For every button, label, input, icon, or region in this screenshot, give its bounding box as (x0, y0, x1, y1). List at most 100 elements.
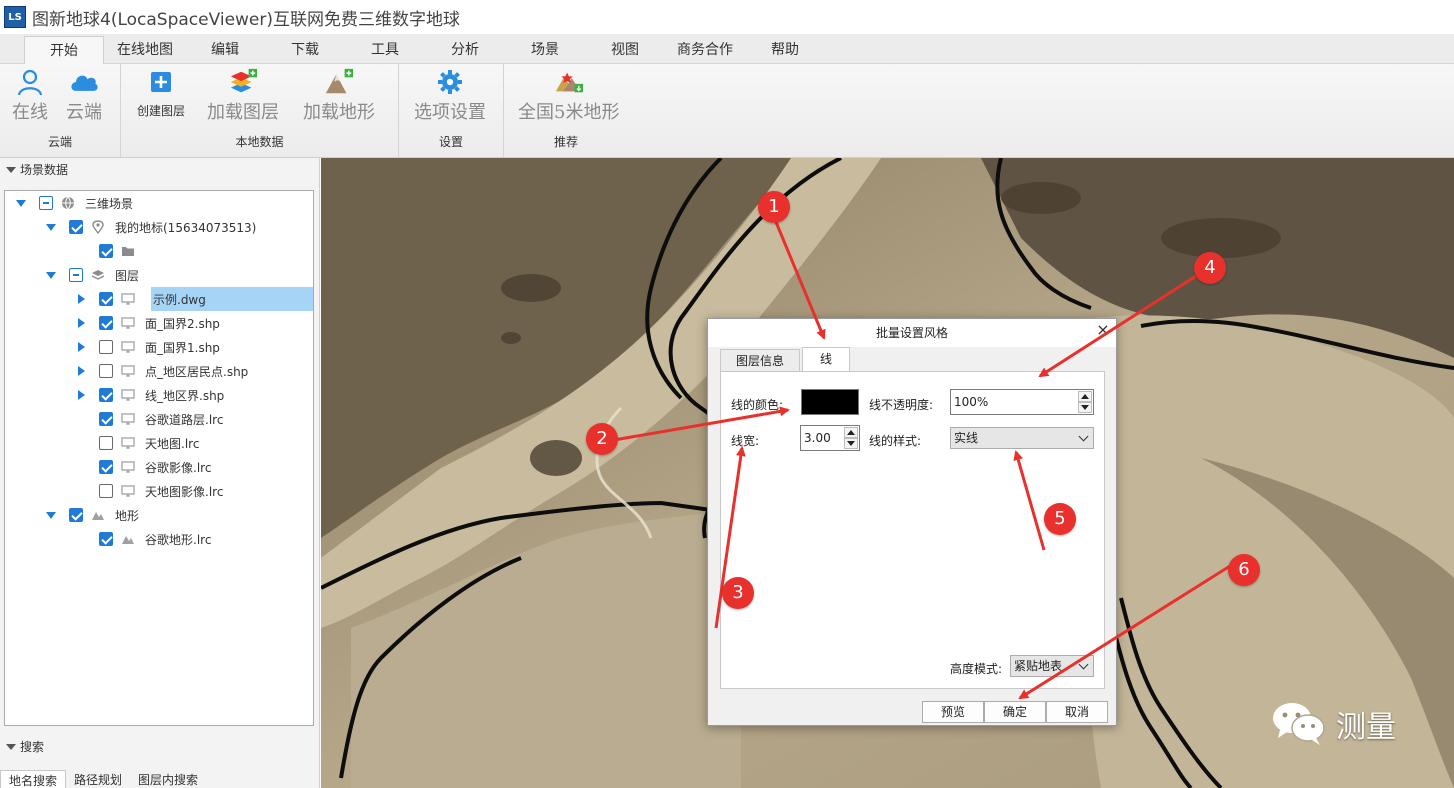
tab-start[interactable]: 开始 (24, 36, 104, 65)
chevron-down-icon (1078, 431, 1089, 442)
tab-layer-info[interactable]: 图层信息 (720, 349, 800, 371)
create-layer-button[interactable]: 创建图层 (137, 68, 185, 119)
cancel-button[interactable]: 取消 (1046, 701, 1108, 723)
tab-help[interactable]: 帮助 (755, 34, 815, 64)
tab-online-map[interactable]: 在线地图 (110, 34, 180, 64)
line-style-select[interactable]: 实线 (950, 427, 1094, 449)
tree-checkbox[interactable] (99, 244, 113, 258)
chevron-right-icon[interactable] (75, 317, 87, 329)
ok-button[interactable]: 确定 (984, 701, 1046, 723)
opacity-stepper[interactable]: 100% (950, 389, 1094, 415)
search-header[interactable]: 搜索 (0, 735, 320, 759)
chevron-right-icon[interactable] (75, 293, 87, 305)
tab-edit[interactable]: 编辑 (195, 34, 255, 64)
tree-checkbox[interactable] (99, 292, 113, 306)
up-arrow-icon[interactable] (844, 427, 858, 438)
close-icon[interactable]: × (1094, 321, 1112, 339)
chevron-down-icon[interactable] (45, 221, 57, 233)
window-title: 图新地球4(LocaSpaceViewer)互联网免费三维数字地球 (32, 9, 461, 30)
monitor-icon (121, 388, 135, 402)
chevron-down-icon[interactable] (45, 509, 57, 521)
tree-item[interactable]: 图层 (5, 263, 313, 287)
cloud-button[interactable]: 云端 (66, 68, 102, 124)
online-button[interactable]: 在线 (12, 68, 48, 124)
search-tabs: 地名搜索 路径规划 图层内搜索 (0, 770, 206, 788)
down-arrow-icon[interactable] (1078, 402, 1092, 413)
user-icon (15, 68, 45, 96)
load-terrain-button[interactable]: 加载地形 (303, 68, 375, 124)
tree-item[interactable]: 示例.dwg (151, 287, 313, 311)
tree-item[interactable]: 谷歌影像.lrc (5, 455, 313, 479)
scene-data-header[interactable]: 场景数据 (0, 158, 320, 182)
chevron-right-icon[interactable] (75, 341, 87, 353)
tree-item[interactable]: 天地图.lrc (5, 431, 313, 455)
callout-badge-6: 6 (1228, 554, 1260, 586)
tree-checkbox[interactable] (99, 436, 113, 450)
tab-analysis[interactable]: 分析 (435, 34, 495, 64)
tree-item-label: 天地图影像.lrc (145, 484, 224, 499)
tab-line[interactable]: 线 (802, 347, 850, 372)
tree-checkbox[interactable] (99, 316, 113, 330)
tree-checkbox[interactable] (99, 388, 113, 402)
chevron-down-icon[interactable] (15, 197, 27, 209)
monitor-icon (121, 484, 135, 498)
tree-item[interactable]: 谷歌道路层.lrc (5, 407, 313, 431)
tab-layer-search[interactable]: 图层内搜索 (130, 770, 206, 788)
tab-place-search[interactable]: 地名搜索 (0, 770, 67, 788)
folder-icon (121, 244, 135, 258)
tree-checkbox[interactable] (99, 340, 113, 354)
tree-item[interactable]: 我的地标(15634073513) (5, 215, 313, 239)
tree-item[interactable]: 面_国界1.shp (5, 335, 313, 359)
tree-item[interactable]: 面_国界2.shp (5, 311, 313, 335)
tree-checkbox[interactable] (39, 196, 53, 210)
ribbon: 在线 云端 云端 创建图层 加载图层 加载地形 本地数据 选项设置 设置 全国5… (0, 64, 1454, 158)
preview-button[interactable]: 预览 (922, 701, 984, 723)
tree-item[interactable]: 天地图影像.lrc (5, 479, 313, 503)
layers-icon (91, 268, 105, 282)
national-terrain-button[interactable]: 全国5米地形 (518, 68, 619, 124)
title-bar: LS 图新地球4(LocaSpaceViewer)互联网免费三维数字地球 (0, 0, 1454, 34)
tree-checkbox[interactable] (99, 532, 113, 546)
tree-item-label: 谷歌地形.lrc (145, 532, 212, 547)
tree-checkbox[interactable] (69, 508, 83, 522)
ribbon-group-label: 云端 (47, 135, 72, 149)
wechat-icon (1270, 698, 1328, 749)
tree-item[interactable]: 谷歌地形.lrc (5, 527, 313, 551)
tree-checkbox[interactable] (69, 220, 83, 234)
chevron-right-icon[interactable] (75, 389, 87, 401)
up-arrow-icon[interactable] (1078, 391, 1092, 402)
tree-checkbox[interactable] (69, 268, 83, 282)
tree-item[interactable]: 点_地区居民点.shp (5, 359, 313, 383)
tree-checkbox[interactable] (99, 460, 113, 474)
tree-item[interactable]: 地形 (5, 503, 313, 527)
line-width-stepper[interactable]: 3.00 (800, 425, 860, 451)
chevron-down-icon[interactable] (45, 269, 57, 281)
tree-item[interactable] (5, 239, 313, 263)
tab-route-planning[interactable]: 路径规划 (66, 770, 130, 788)
chevron-right-icon[interactable] (75, 365, 87, 377)
line-color-swatch[interactable] (801, 389, 859, 415)
tree-checkbox[interactable] (99, 484, 113, 498)
ribbon-group-cloud: 在线 云端 云端 (0, 64, 121, 158)
ribbon-group-label: 推荐 (553, 135, 578, 149)
load-layer-button[interactable]: 加载图层 (207, 68, 279, 124)
tab-download[interactable]: 下载 (275, 34, 335, 64)
tab-tools[interactable]: 工具 (355, 34, 415, 64)
tab-scene[interactable]: 场景 (515, 34, 575, 64)
monitor-icon (121, 412, 135, 426)
tree-checkbox[interactable] (99, 364, 113, 378)
mountain-icon (324, 68, 354, 96)
tree-item[interactable]: 三维场景 (5, 191, 313, 215)
tree-item-label: 示例.dwg (153, 292, 206, 307)
height-mode-select[interactable]: 紧贴地表 (1010, 655, 1094, 677)
tree-item[interactable]: 线_地区界.shp (5, 383, 313, 407)
line-width-label: 线宽: (731, 434, 760, 448)
options-settings-button[interactable]: 选项设置 (414, 68, 486, 124)
tab-view[interactable]: 视图 (595, 34, 655, 64)
stacked-layers-icon (228, 68, 258, 96)
tab-business[interactable]: 商务合作 (668, 34, 742, 64)
down-arrow-icon[interactable] (844, 438, 858, 449)
tree-checkbox[interactable] (99, 412, 113, 426)
tree-item-label: 图层 (115, 268, 140, 283)
app-logo: LS (4, 6, 26, 28)
